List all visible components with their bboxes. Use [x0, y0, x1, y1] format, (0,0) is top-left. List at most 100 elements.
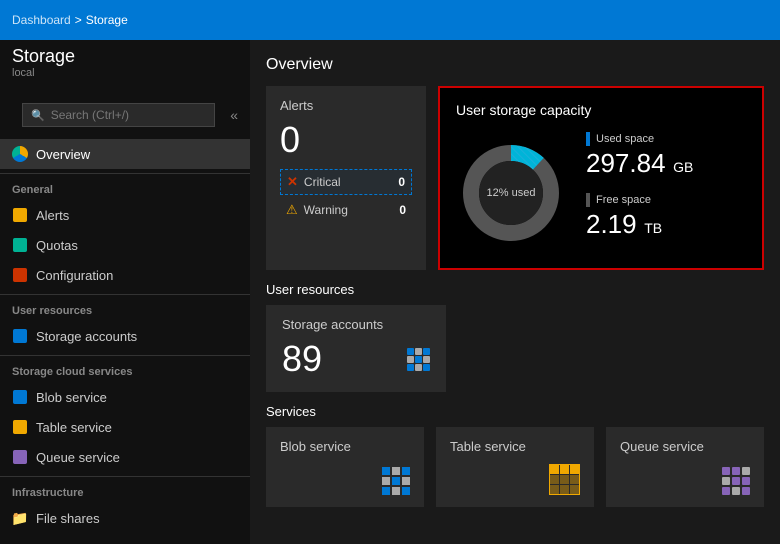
sidebar-item-overview-label: Overview: [36, 147, 90, 162]
free-space-block: Free space 2.19 TB: [586, 193, 746, 240]
capacity-title: User storage capacity: [456, 102, 746, 118]
storage-accounts-value: 89: [282, 338, 322, 380]
topbar: Dashboard > Storage: [0, 0, 780, 40]
services-title: Services: [266, 404, 764, 419]
top-row: Alerts 0 ✕ Critical 0 ⚠ Warning 0 User s…: [266, 86, 764, 270]
alerts-card: Alerts 0 ✕ Critical 0 ⚠ Warning 0: [266, 86, 426, 270]
sg-cell-5: [415, 356, 422, 363]
breadcrumb-separator: >: [75, 13, 82, 27]
used-space-block: Used space 297.84 GB: [586, 132, 746, 179]
queue-service-card-label: Queue service: [620, 439, 750, 454]
storage-accounts-value-row: 89: [282, 338, 430, 380]
sg-cell-4: [407, 356, 414, 363]
sidebar-item-table-label: Table service: [36, 420, 112, 435]
storage-accounts-grid-icon: [407, 348, 430, 371]
alerts-count: 0: [280, 119, 412, 161]
collapse-sidebar-button[interactable]: «: [230, 107, 238, 123]
blob-service-card[interactable]: Blob service: [266, 427, 424, 507]
configuration-icon: [12, 267, 28, 283]
sg-cell-3: [423, 348, 430, 355]
sidebar-item-storage-accounts-label: Storage accounts: [36, 329, 137, 344]
sidebar-header: 🔍 «: [0, 87, 250, 139]
search-input[interactable]: [51, 108, 206, 122]
free-space-unit: TB: [644, 220, 662, 236]
queue-icon-area: [620, 467, 750, 495]
storage-capacity-card: User storage capacity: [438, 86, 764, 270]
main-layout: Storage local 🔍 « Overview General Alert…: [0, 40, 780, 544]
sidebar-item-alerts[interactable]: Alerts: [0, 200, 250, 230]
sg-cell-2: [415, 348, 422, 355]
page-title: Storage: [12, 46, 238, 67]
sidebar-item-quotas[interactable]: Quotas: [0, 230, 250, 260]
queue-service-icon: [12, 449, 28, 465]
used-space-label: Used space: [586, 132, 746, 146]
donut-chart: 12% used: [456, 138, 566, 248]
sidebar-item-queue-service[interactable]: Queue service: [0, 442, 250, 472]
critical-label: Critical: [304, 175, 392, 189]
capacity-stats: Used space 297.84 GB Free spa: [586, 132, 746, 254]
sidebar-nav: Overview General Alerts Quotas Configura…: [0, 139, 250, 544]
sidebar-item-storage-accounts[interactable]: Storage accounts: [0, 321, 250, 351]
blob-service-icon: [12, 389, 28, 405]
user-resources-section: User resources Storage accounts 89: [266, 282, 764, 392]
sidebar-section-user-resources: User resources: [0, 294, 250, 321]
alerts-card-title: Alerts: [280, 98, 412, 113]
capacity-content: 12% used Used space 297.84: [456, 132, 746, 254]
sidebar-item-blob-service[interactable]: Blob service: [0, 382, 250, 412]
sidebar-item-overview[interactable]: Overview: [0, 139, 250, 169]
table-service-card[interactable]: Table service: [436, 427, 594, 507]
sidebar-item-configuration-label: Configuration: [36, 268, 113, 283]
sidebar-item-configuration[interactable]: Configuration: [0, 260, 250, 290]
user-resources-title: User resources: [266, 282, 764, 297]
free-bar-accent: [586, 193, 590, 207]
sidebar-section-cloud-services: Storage cloud services: [0, 355, 250, 382]
services-section: Services Blob service: [266, 404, 764, 507]
critical-value: 0: [398, 175, 405, 189]
critical-icon: ✕: [287, 174, 298, 190]
critical-alert-row: ✕ Critical 0: [280, 169, 412, 195]
sidebar-item-table-service[interactable]: Table service: [0, 412, 250, 442]
globe-icon: [12, 146, 28, 162]
sg-cell-6: [423, 356, 430, 363]
used-space-unit: GB: [673, 159, 693, 175]
sg-cell-9: [423, 364, 430, 371]
search-icon: 🔍: [31, 109, 45, 122]
breadcrumb: Dashboard > Storage: [12, 13, 128, 27]
table-service-card-label: Table service: [450, 439, 580, 454]
sidebar-item-file-shares-label: File shares: [36, 511, 100, 526]
sidebar-item-queue-label: Queue service: [36, 450, 120, 465]
sidebar-item-file-shares[interactable]: 📁 File shares: [0, 503, 250, 533]
used-space-value: 297.84: [586, 148, 666, 178]
file-shares-icon: 📁: [12, 510, 28, 526]
table-icon-area: [450, 464, 580, 495]
breadcrumb-dashboard[interactable]: Dashboard: [12, 13, 71, 27]
queue-service-icon: [722, 467, 750, 495]
services-row: Blob service: [266, 427, 764, 507]
sidebar: Storage local 🔍 « Overview General Alert…: [0, 40, 250, 544]
sidebar-section-general: General: [0, 173, 250, 200]
sg-cell-8: [415, 364, 422, 371]
content-area: Overview Alerts 0 ✕ Critical 0 ⚠ Warning…: [250, 40, 780, 544]
sidebar-search[interactable]: 🔍: [22, 103, 215, 127]
breadcrumb-current: Storage: [86, 13, 128, 27]
table-service-icon: [549, 464, 580, 495]
page-title-block: Storage local: [0, 40, 250, 87]
warning-alert-row: ⚠ Warning 0: [280, 198, 412, 222]
sidebar-item-quotas-label: Quotas: [36, 238, 78, 253]
storage-accounts-card-title: Storage accounts: [282, 317, 430, 332]
sg-cell-7: [407, 364, 414, 371]
warning-icon: ⚠: [286, 202, 298, 218]
warning-label: Warning: [304, 203, 394, 217]
sg-cell-1: [407, 348, 414, 355]
donut-svg: [456, 138, 566, 248]
storage-accounts-card: Storage accounts 89: [266, 305, 446, 392]
sidebar-section-infrastructure: Infrastructure: [0, 476, 250, 503]
queue-service-card[interactable]: Queue service: [606, 427, 764, 507]
quotas-icon: [12, 237, 28, 253]
blob-icon-area: [280, 467, 410, 495]
free-space-label: Free space: [586, 193, 746, 207]
free-space-value: 2.19: [586, 209, 637, 239]
sidebar-item-alerts-label: Alerts: [36, 208, 69, 223]
storage-accounts-icon: [12, 328, 28, 344]
blob-service-icon: [382, 467, 410, 495]
